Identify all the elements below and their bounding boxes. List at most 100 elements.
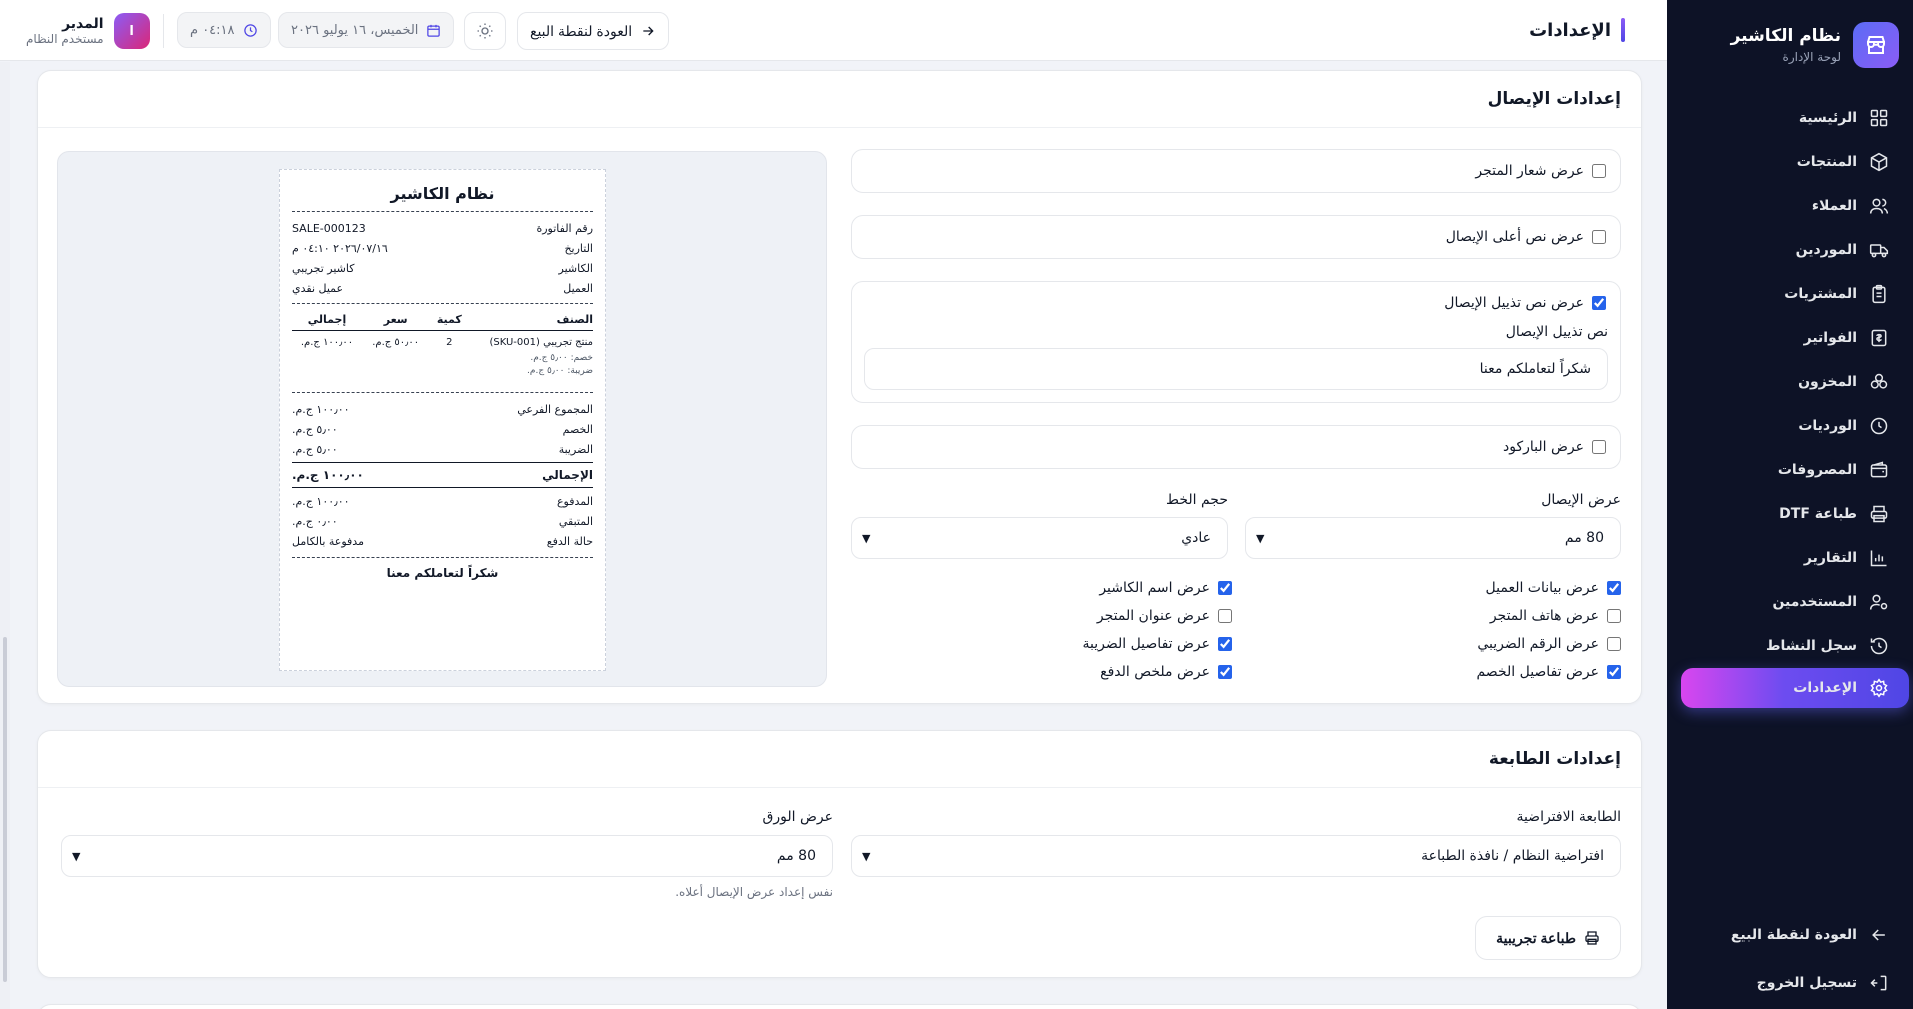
show-payment-summary-checkbox[interactable]: [1218, 665, 1232, 679]
receipt-preview: نظام الكاشير رقم الفاتورة SALE-000123 ال…: [279, 169, 606, 671]
show-tax-details-checkbox[interactable]: [1218, 637, 1232, 651]
show-header-text-toggle[interactable]: عرض نص أعلى الإيصال: [1446, 229, 1606, 245]
check-show-tax-number[interactable]: عرض الرقم الضريبي: [1477, 636, 1621, 652]
sidebar-item-inventory[interactable]: المخزون: [1667, 360, 1913, 404]
user-role: مستخدم النظام: [26, 32, 104, 46]
paper-width-select[interactable]: 80 مم ▼: [61, 835, 833, 877]
sidebar-item-expenses[interactable]: المصروفات: [1667, 448, 1913, 492]
receipt-value: ١٠٠٫٠٠ ج.م.: [292, 468, 364, 482]
store-icon: [1853, 22, 1899, 68]
sidebar-item-dtf-print[interactable]: طباعة DTF: [1667, 492, 1913, 536]
show-customer-label: عرض بيانات العميل: [1485, 580, 1599, 596]
clock-icon: [1870, 417, 1888, 435]
receipt-preview-panel: نظام الكاشير رقم الفاتورة SALE-000123 ال…: [57, 151, 827, 687]
show-logo-checkbox[interactable]: [1592, 164, 1606, 178]
app-subtitle: لوحة الإدارة: [1782, 50, 1841, 64]
user-cog-icon: [1869, 594, 1888, 610]
receipt-label: العميل: [563, 282, 593, 295]
footer-text-input[interactable]: شكراً لتعاملكم معنا: [864, 348, 1608, 390]
sidebar: نظام الكاشير لوحة الإدارة الرئيسية المنت…: [1667, 0, 1913, 1009]
check-show-cashier[interactable]: عرض اسم الكاشير: [1099, 580, 1232, 596]
check-show-payment-summary[interactable]: عرض ملخص الدفع: [1100, 664, 1232, 680]
clipboard-icon: [1872, 284, 1886, 304]
receipt-width-value: 80 مم: [1564, 530, 1604, 546]
receipt-divider: [292, 303, 593, 304]
receipt-value: ٥٫٠٠ ج.م.: [292, 423, 338, 436]
chevron-down-icon: ▼: [862, 531, 871, 545]
show-barcode-toggle[interactable]: عرض الباركود: [1503, 439, 1606, 455]
show-tax-number-checkbox[interactable]: [1607, 637, 1621, 651]
show-barcode-checkbox[interactable]: [1592, 440, 1606, 454]
sidebar-item-invoices[interactable]: الفواتير: [1667, 316, 1913, 360]
check-show-discount-details[interactable]: عرض تفاصيل الخصم: [1476, 664, 1621, 680]
show-discount-details-checkbox[interactable]: [1607, 665, 1621, 679]
sidebar-item-users[interactable]: المستخدمين: [1667, 580, 1913, 624]
receipt-tax-row: الضريبة ٥٫٠٠ ج.م.: [292, 443, 593, 456]
check-show-store-address[interactable]: عرض عنوان المتجر: [1097, 608, 1232, 624]
test-print-button[interactable]: طباعة تجريبية: [1475, 916, 1621, 960]
sidebar-item-label: الورديات: [1798, 418, 1857, 434]
option-show-footer-text: عرض نص تذييل الإيصال نص تذييل الإيصال شك…: [851, 281, 1621, 403]
receipt-value: كاشير تجريبي: [292, 262, 355, 275]
receipt-divider: [292, 330, 593, 331]
receipt-table-header: الصنف كمية سعر إجمالي: [292, 313, 593, 326]
receipt-item-discount-text: خصم: ٥٫٠٠ ج.م.: [530, 353, 593, 363]
show-payment-summary-label: عرض ملخص الدفع: [1100, 664, 1210, 680]
page-title: الإعدادات: [1529, 18, 1625, 42]
show-store-phone-label: عرض هاتف المتجر: [1489, 608, 1599, 624]
receipt-divider: [292, 392, 593, 393]
arrow-right-icon: [643, 26, 654, 36]
back-to-pos-button[interactable]: العودة لنقطة البيع: [517, 12, 670, 50]
sidebar-item-activity-log[interactable]: سجل النشاط: [1667, 624, 1913, 668]
theme-toggle-button[interactable]: [464, 12, 506, 50]
font-size-label: حجم الخط: [1166, 492, 1228, 508]
receipt-value: عميل نقدي: [292, 282, 344, 295]
sidebar-item-label: طباعة DTF: [1779, 506, 1857, 522]
sidebar-item-reports[interactable]: التقارير: [1667, 536, 1913, 580]
sidebar-item-logout[interactable]: تسجيل الخروج: [1667, 959, 1913, 1007]
option-show-logo: عرض شعار المتجر: [851, 149, 1621, 193]
wallet-icon: [1870, 461, 1888, 478]
show-logo-label: عرض شعار المتجر: [1475, 163, 1584, 179]
show-cashier-checkbox[interactable]: [1218, 581, 1232, 595]
check-show-tax-details[interactable]: عرض تفاصيل الضريبة: [1082, 636, 1232, 652]
sidebar-item-settings[interactable]: الإعدادات: [1681, 668, 1909, 708]
show-store-phone-checkbox[interactable]: [1607, 609, 1621, 623]
chevron-down-icon: ▼: [1256, 531, 1265, 545]
default-printer-select[interactable]: افتراضية النظام / نافذة الطباعة ▼: [851, 835, 1621, 877]
back-to-pos-label: العودة لنقطة البيع: [530, 22, 633, 39]
scrollbar[interactable]: [0, 62, 10, 1009]
show-footer-text-toggle[interactable]: عرض نص تذييل الإيصال: [1444, 295, 1606, 311]
receipt-width-select[interactable]: 80 مم ▼: [1245, 517, 1621, 559]
scrollbar-thumb[interactable]: [3, 637, 7, 982]
font-size-select[interactable]: عادي ▼: [851, 517, 1228, 559]
show-customer-checkbox[interactable]: [1607, 581, 1621, 595]
check-show-customer[interactable]: عرض بيانات العميل: [1486, 580, 1621, 596]
receipt-col-total: إجمالي: [307, 313, 347, 326]
show-footer-text-checkbox[interactable]: [1592, 296, 1606, 310]
receipt-item-tax-text: ضريبة: ٥٫٠٠ ج.م.: [527, 366, 593, 376]
show-header-text-checkbox[interactable]: [1592, 230, 1606, 244]
receipt-item-total: ١٠٠٫٠٠ ج.م.: [300, 337, 354, 348]
show-logo-toggle[interactable]: عرض شعار المتجر: [1475, 163, 1606, 179]
sidebar-item-purchases[interactable]: المشتريات: [1667, 272, 1913, 316]
user-menu[interactable]: ا المدير مستخدم النظام: [26, 12, 150, 50]
sidebar-item-shifts[interactable]: الورديات: [1667, 404, 1913, 448]
sidebar-item-home[interactable]: الرئيسية: [1667, 96, 1913, 140]
sidebar-item-suppliers[interactable]: الموردين: [1667, 228, 1913, 272]
calendar-icon: [427, 24, 441, 37]
check-show-store-phone[interactable]: عرض هاتف المتجر: [1490, 608, 1621, 624]
dashboard-icon: [1870, 109, 1888, 127]
show-store-address-checkbox[interactable]: [1218, 609, 1232, 623]
sidebar-item-back-to-pos[interactable]: العودة لنقطة البيع: [1667, 911, 1913, 959]
sidebar-item-customers[interactable]: العملاء: [1667, 184, 1913, 228]
chevron-down-icon: ▼: [72, 849, 81, 863]
box-icon: [1870, 152, 1888, 172]
show-tax-details-label: عرض تفاصيل الضريبة: [1082, 636, 1210, 652]
time-text: ٠٤:١٨ م: [190, 22, 235, 38]
receipt-invoice-row: رقم الفاتورة SALE-000123: [292, 222, 593, 235]
sidebar-item-products[interactable]: المنتجات: [1667, 140, 1913, 184]
footer-text-label: نص تذييل الإيصال: [1505, 324, 1608, 340]
clock-icon: [243, 23, 257, 37]
receipt-divider: [292, 557, 593, 558]
